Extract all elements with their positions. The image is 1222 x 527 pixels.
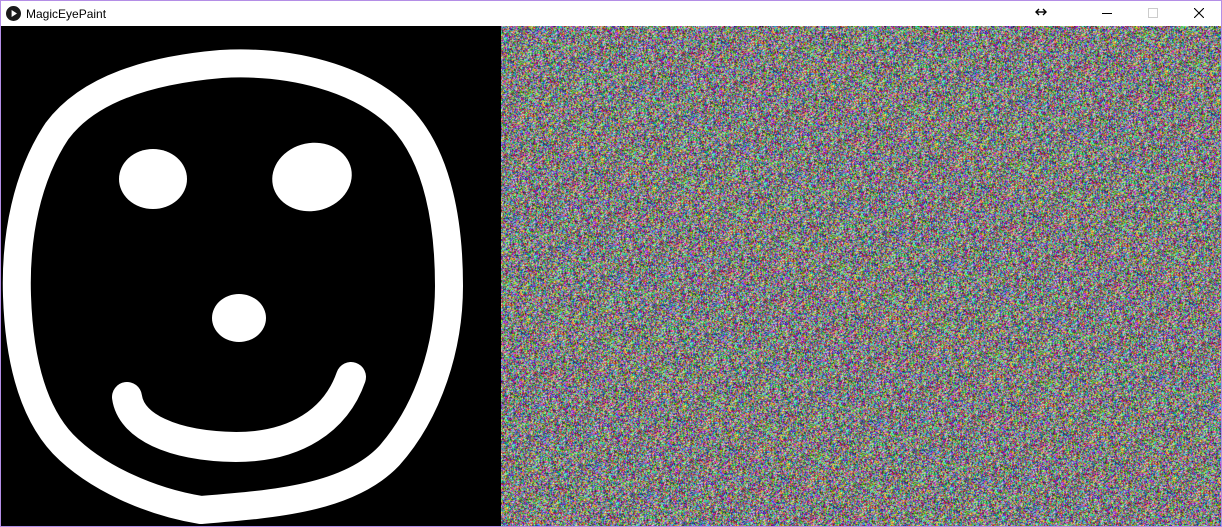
minimize-button[interactable] [1084,1,1130,26]
paint-canvas[interactable] [1,26,501,526]
left-eye [119,149,187,209]
close-button[interactable] [1176,1,1221,26]
close-icon [1194,8,1204,18]
window-title: MagicEyePaint [26,7,107,21]
nose [212,294,266,342]
app-window: MagicEyePaint [0,0,1222,527]
canvas-area [1,26,1221,526]
maximize-button[interactable] [1130,1,1176,26]
title-bar[interactable]: MagicEyePaint [1,1,1221,26]
stereogram-canvas[interactable] [501,26,1221,526]
minimize-icon [1102,13,1112,14]
play-circle-icon [6,6,21,21]
horizontal-resize-arrows-icon [1035,8,1047,16]
maximize-icon [1148,8,1158,18]
